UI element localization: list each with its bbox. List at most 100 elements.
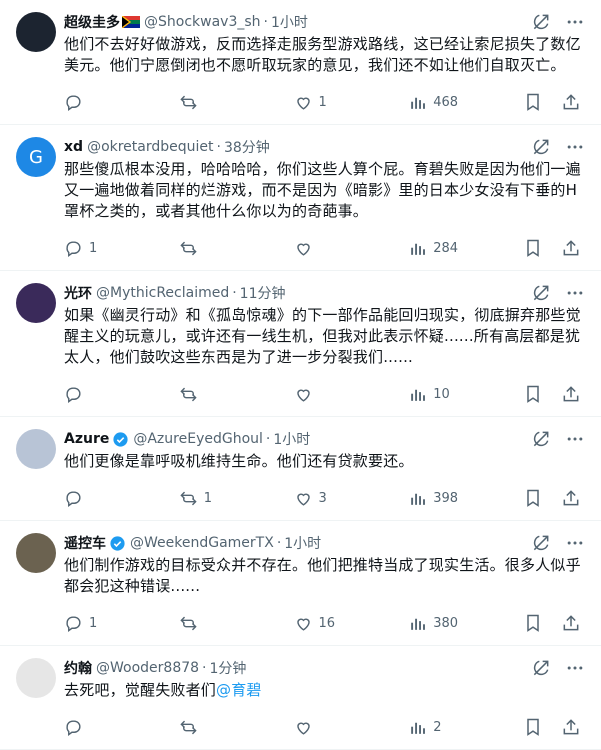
separator-dot: ·	[202, 660, 207, 676]
tweet[interactable]: 超级圭多 @Shockwav3_sh · 1小时 他们不去好好做游戏，反而选择走…	[0, 0, 601, 125]
separator-dot: ·	[276, 535, 282, 551]
reply-button[interactable]	[64, 718, 124, 737]
like-button[interactable]	[294, 718, 354, 737]
more-icon[interactable]	[565, 12, 585, 32]
views-button[interactable]: 10	[408, 385, 468, 404]
retweet-icon	[180, 95, 197, 109]
avatar[interactable]: G	[16, 137, 56, 177]
share-icon[interactable]	[561, 238, 581, 258]
user-handle[interactable]: @okretardbequiet	[87, 139, 213, 155]
reply-button[interactable]: 1	[64, 239, 124, 258]
tweet-actions: 1 284	[64, 226, 585, 270]
views-button[interactable]: 380	[408, 614, 468, 633]
like-button[interactable]: 1	[294, 93, 354, 112]
avatar[interactable]	[16, 658, 56, 698]
grok-icon[interactable]	[531, 658, 551, 678]
share-icon[interactable]	[561, 488, 581, 508]
reply-button[interactable]	[64, 489, 124, 508]
reply-count: 1	[89, 240, 98, 256]
like-icon	[296, 493, 310, 506]
tweet-header: Azure @AzureEyedGhoul · 1小时	[64, 429, 585, 449]
timestamp[interactable]: 1分钟	[210, 658, 247, 678]
retweet-button[interactable]	[179, 239, 239, 258]
tweet[interactable]: Azure @AzureEyedGhoul · 1小时 他们更像是靠呼吸机维持生…	[0, 417, 601, 521]
tweet-text: 他们不去好好做游戏，反而选择走服务型游戏路线，这已经让索尼损失了数亿美元。他们宁…	[64, 34, 585, 76]
avatar[interactable]	[16, 429, 56, 469]
views-button[interactable]: 284	[408, 239, 468, 258]
retweet-button[interactable]	[179, 718, 239, 737]
like-button[interactable]	[294, 239, 354, 258]
grok-icon[interactable]	[531, 137, 551, 157]
views-button[interactable]: 398	[408, 489, 468, 508]
timestamp[interactable]: 38分钟	[224, 137, 270, 157]
share-icon[interactable]	[561, 384, 581, 404]
avatar[interactable]	[16, 12, 56, 52]
share-icon[interactable]	[561, 92, 581, 112]
display-name[interactable]: 光环	[64, 283, 92, 303]
views-icon	[411, 493, 426, 505]
grok-icon[interactable]	[531, 12, 551, 32]
tweet-actions: 1 16 380	[64, 601, 585, 645]
timestamp[interactable]: 1小时	[284, 533, 321, 553]
bookmark-icon[interactable]	[523, 238, 543, 258]
flag-icon	[121, 15, 140, 29]
grok-icon[interactable]	[531, 533, 551, 553]
display-name[interactable]: 遥控车	[64, 533, 106, 553]
timestamp[interactable]: 1小时	[273, 429, 310, 449]
grok-icon[interactable]	[531, 283, 551, 303]
bookmark-icon[interactable]	[523, 92, 543, 112]
views-button[interactable]: 468	[408, 93, 468, 112]
tweet[interactable]: 遥控车 @WeekendGamerTX · 1小时 他们制作游戏的目标受众并不存…	[0, 521, 601, 646]
retweet-button[interactable]	[179, 385, 239, 404]
display-name[interactable]: xd	[64, 139, 83, 155]
share-icon[interactable]	[561, 613, 581, 633]
bookmark-icon[interactable]	[523, 384, 543, 404]
bookmark-icon[interactable]	[523, 613, 543, 633]
tweet-top-actions	[531, 283, 585, 303]
bookmark-icon[interactable]	[523, 717, 543, 737]
more-icon[interactable]	[565, 658, 585, 678]
bookmark-icon[interactable]	[523, 488, 543, 508]
reply-icon	[66, 240, 81, 257]
share-icon[interactable]	[561, 717, 581, 737]
timestamp[interactable]: 1小时	[271, 12, 308, 32]
reply-icon	[66, 386, 81, 403]
timestamp[interactable]: 11分钟	[240, 283, 286, 303]
mention-link[interactable]: @育碧	[216, 681, 262, 699]
display-name[interactable]: 超级圭多	[64, 12, 120, 32]
tweet[interactable]: 光环 @MythicReclaimed · 11分钟 如果《幽灵行动》和《孤岛惊…	[0, 271, 601, 417]
tweet[interactable]: 约翰 @Wooder8878 · 1分钟 去死吧，觉醒失败者们@育碧 2	[0, 646, 601, 750]
avatar[interactable]	[16, 283, 56, 323]
more-icon[interactable]	[565, 283, 585, 303]
views-button[interactable]: 2	[408, 718, 468, 737]
reply-button[interactable]: 1	[64, 614, 124, 633]
display-name[interactable]: 约翰	[64, 658, 92, 678]
tweet-text: 他们更像是靠呼吸机维持生命。他们还有贷款要还。	[64, 451, 585, 472]
user-handle[interactable]: @MythicReclaimed	[96, 285, 229, 301]
like-button[interactable]: 16	[294, 614, 354, 633]
user-handle[interactable]: @Wooder8878	[96, 660, 199, 676]
tweet-actions: 1 468	[64, 80, 585, 124]
retweet-button[interactable]	[179, 93, 239, 112]
more-icon[interactable]	[565, 137, 585, 157]
user-handle[interactable]: @Shockwav3_sh	[144, 14, 261, 30]
user-handle[interactable]: @AzureEyedGhoul	[133, 431, 263, 447]
display-name[interactable]: Azure	[64, 431, 109, 447]
tweet[interactable]: G xd @okretardbequiet · 38分钟 那些傻瓜根本没用，哈哈…	[0, 125, 601, 271]
reply-button[interactable]	[64, 385, 124, 404]
grok-icon[interactable]	[531, 429, 551, 449]
like-button[interactable]	[294, 385, 354, 404]
more-icon[interactable]	[565, 533, 585, 553]
user-handle[interactable]: @WeekendGamerTX	[130, 535, 274, 551]
like-count: 3	[318, 490, 327, 506]
more-icon[interactable]	[565, 429, 585, 449]
avatar[interactable]	[16, 533, 56, 573]
retweet-icon	[180, 720, 197, 734]
tweet-top-actions	[531, 658, 585, 678]
retweet-button[interactable]: 1	[179, 489, 239, 508]
views-icon	[411, 389, 426, 401]
like-count: 1	[318, 94, 327, 110]
like-button[interactable]: 3	[294, 489, 354, 508]
reply-button[interactable]	[64, 93, 124, 112]
retweet-button[interactable]	[179, 614, 239, 633]
